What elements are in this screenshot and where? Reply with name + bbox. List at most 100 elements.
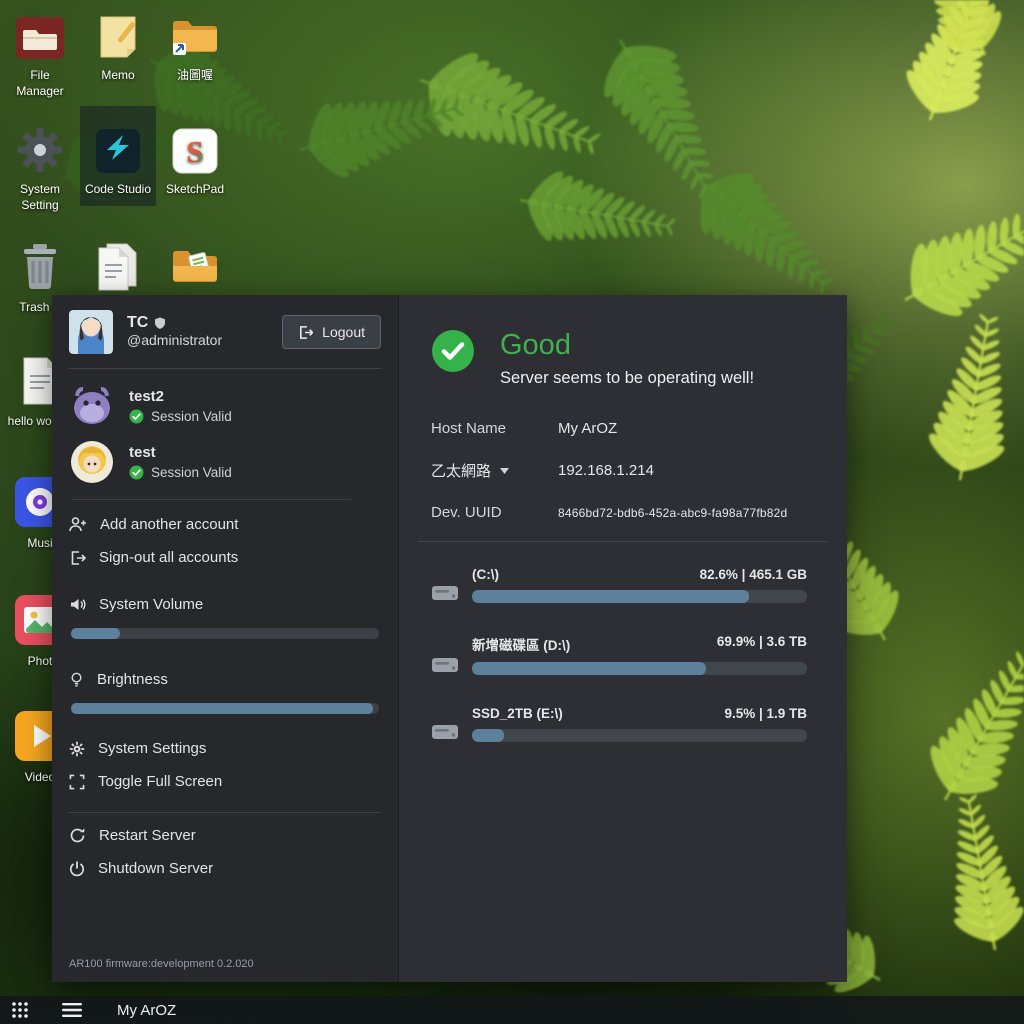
- disk-name: 新增磁碟區 (D:\): [472, 634, 570, 654]
- disk-usage-fill: [472, 662, 706, 675]
- documents-icon: [80, 224, 156, 292]
- volume-label: System Volume: [99, 596, 203, 613]
- gear-icon: [69, 741, 85, 757]
- host-name-value: My ArOZ: [558, 420, 807, 437]
- system-settings-item[interactable]: System Settings: [69, 732, 381, 765]
- system-panel: TC @administrator Logout test2 Session V…: [52, 295, 847, 982]
- brightness-label-row: Brightness: [69, 663, 381, 696]
- desktop-icon-documents[interactable]: [80, 224, 156, 300]
- sketchpad-icon: S: [157, 106, 233, 174]
- network-interface-dropdown[interactable]: 乙太網路: [431, 460, 558, 481]
- logout-button[interactable]: Logout: [282, 315, 381, 349]
- toggle-fullscreen-item[interactable]: Toggle Full Screen: [69, 765, 381, 798]
- icon-label: SketchPad: [157, 182, 233, 198]
- hamburger-icon: [62, 1003, 82, 1017]
- network-interface-label: 乙太網路: [431, 460, 491, 481]
- disk-usage: 69.9% | 3.6 TB: [717, 634, 807, 654]
- add-account-item[interactable]: Add another account: [69, 508, 381, 541]
- restart-server-item[interactable]: Restart Server: [69, 819, 381, 852]
- desktop-icon-sketchpad[interactable]: S SketchPad: [157, 106, 233, 198]
- user-name: TC: [127, 314, 148, 332]
- power-icon: [69, 860, 85, 877]
- icon-label: 油圖喔: [157, 68, 233, 84]
- file-manager-icon: [2, 2, 78, 60]
- status-check-icon: [431, 329, 475, 373]
- desktop-icon-system-setting[interactable]: System Setting: [2, 106, 78, 213]
- disk-usage-bar: [472, 662, 807, 675]
- disk-usage-bar: [472, 590, 807, 603]
- shield-icon: [154, 317, 166, 330]
- session-status: Session Valid: [151, 409, 232, 424]
- desktop-icon-code-studio[interactable]: Code Studio: [80, 106, 156, 206]
- status-title: Good: [500, 331, 754, 360]
- expand-icon: [69, 774, 85, 790]
- icon-label: Code Studio: [80, 182, 156, 198]
- code-studio-icon: [80, 106, 156, 174]
- volume-group: System Volume: [69, 588, 381, 649]
- disk-name: (C:\): [472, 567, 499, 582]
- divider: [69, 368, 381, 369]
- current-user-header: TC @administrator Logout: [69, 310, 381, 354]
- hard-drive-icon: [431, 722, 459, 742]
- hard-drive-icon: [431, 655, 459, 675]
- server-status-panel: Good Server seems to be operating well! …: [398, 295, 847, 982]
- icon-label: File Manager: [2, 68, 78, 99]
- disk-row-c: (C:\) 82.6% | 465.1 GB: [431, 567, 807, 603]
- ip-address-value: 192.168.1.214: [558, 462, 807, 479]
- user-avatar: [69, 310, 113, 354]
- signout-all-label: Sign-out all accounts: [99, 549, 238, 566]
- volume-slider[interactable]: [71, 628, 379, 639]
- disk-name: SSD_2TB (E:\): [472, 706, 563, 721]
- disk-usage-fill: [472, 590, 749, 603]
- brightness-group: Brightness: [69, 663, 381, 724]
- chevron-down-icon: [500, 468, 509, 474]
- desktop-icon-folder-document[interactable]: [157, 224, 233, 300]
- status-message: Server seems to be operating well!: [500, 369, 754, 388]
- memo-icon: [80, 2, 156, 60]
- trash-icon: [2, 224, 78, 292]
- server-info: Host Name My ArOZ 乙太網路 192.168.1.214 Dev…: [431, 420, 807, 521]
- disk-row-d: 新增磁碟區 (D:\) 69.9% | 3.6 TB: [431, 634, 807, 675]
- logout-label: Logout: [322, 324, 365, 340]
- check-circle-icon: [129, 409, 144, 424]
- grid-icon: [11, 1001, 29, 1019]
- volume-fill: [71, 628, 120, 639]
- desktop-icon-file-manager[interactable]: File Manager: [2, 2, 78, 99]
- desktop-icon-folder-shortcut[interactable]: 油圖喔: [157, 2, 233, 84]
- toggle-fullscreen-label: Toggle Full Screen: [98, 773, 222, 790]
- sign-out-icon: [69, 550, 86, 566]
- taskbar-title: My ArOZ: [117, 1002, 176, 1019]
- status-header: Good Server seems to be operating well!: [431, 329, 807, 388]
- account-name: test: [129, 444, 156, 461]
- system-settings-label: System Settings: [98, 740, 206, 757]
- account-row-test2[interactable]: test2 Session Valid: [69, 384, 381, 428]
- restart-icon: [69, 827, 86, 844]
- device-uuid-label: Dev. UUID: [431, 504, 558, 521]
- icon-label: System Setting: [2, 182, 78, 213]
- brightness-fill: [71, 703, 373, 714]
- brightness-slider[interactable]: [71, 703, 379, 714]
- brightness-label: Brightness: [97, 671, 168, 688]
- account-avatar-test2: [69, 384, 115, 428]
- check-circle-icon: [129, 465, 144, 480]
- divider: [418, 541, 827, 542]
- desktop-icon-memo[interactable]: Memo: [80, 2, 156, 84]
- account-row-test[interactable]: test Session Valid: [69, 440, 381, 484]
- shutdown-server-label: Shutdown Server: [98, 860, 213, 877]
- add-account-label: Add another account: [100, 516, 238, 533]
- account-panel: TC @administrator Logout test2 Session V…: [52, 295, 398, 982]
- account-avatar-test: [69, 440, 115, 484]
- session-status: Session Valid: [151, 465, 232, 480]
- bulb-icon: [69, 671, 84, 688]
- person-plus-icon: [69, 516, 87, 533]
- shutdown-server-item[interactable]: Shutdown Server: [69, 852, 381, 885]
- host-name-label: Host Name: [431, 420, 558, 437]
- menu-button[interactable]: [62, 1003, 82, 1017]
- signout-all-item[interactable]: Sign-out all accounts: [69, 541, 381, 574]
- speaker-icon: [69, 596, 86, 613]
- app-launcher-button[interactable]: [11, 1001, 29, 1019]
- account-name: test2: [129, 388, 164, 405]
- disk-row-e: SSD_2TB (E:\) 9.5% | 1.9 TB: [431, 706, 807, 742]
- firmware-version: AR100 firmware:development 0.2.020: [69, 952, 381, 970]
- user-handle: @administrator: [127, 332, 222, 348]
